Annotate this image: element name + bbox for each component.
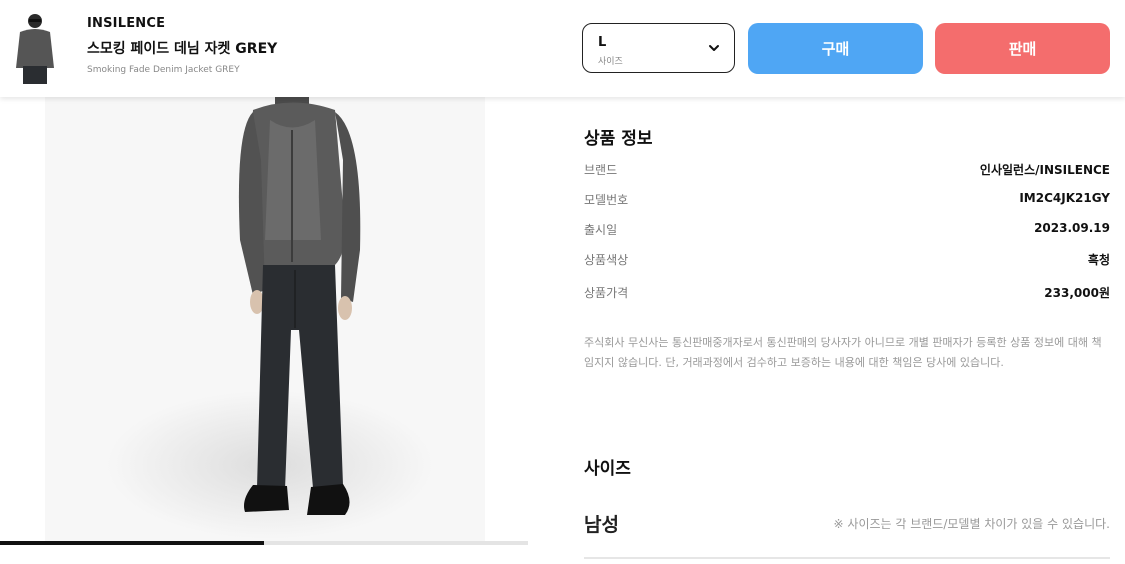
product-thumbnail[interactable] [10, 10, 60, 86]
size-section-title: 사이즈 [584, 459, 631, 479]
sell-button[interactable]: 판매 [935, 23, 1110, 74]
info-label: 모델번호 [584, 193, 629, 207]
info-row-brand: 브랜드 인사일런스/INSILENCE [584, 161, 1110, 181]
info-row-color: 상품색상 흑청 [584, 251, 1110, 271]
info-value: 흑청 [1087, 253, 1110, 267]
buy-button[interactable]: 구매 [748, 23, 923, 74]
model-wearing-jacket-image [238, 80, 361, 515]
size-dropdown[interactable]: L 사이즈 [582, 23, 735, 73]
product-info-title: 상품 정보 [584, 129, 653, 149]
product-name-korean: 스모킹 페이드 데님 자켓 GREY [87, 41, 278, 57]
info-label: 출시일 [584, 223, 618, 237]
size-selected-value: L [598, 35, 607, 50]
info-row-release-date: 출시일 2023.09.19 [584, 221, 1110, 241]
size-notice: ※ 사이즈는 각 브랜드/모델별 차이가 있을 수 있습니다. [833, 517, 1110, 531]
info-label: 상품가격 [584, 286, 629, 300]
info-value: IM2C4JK21GY [1019, 191, 1110, 205]
info-value: 인사일런스/INSILENCE [979, 163, 1110, 177]
brand-name: INSILENCE [87, 16, 166, 31]
size-gender-label: 남성 [584, 514, 619, 536]
chevron-down-icon [709, 45, 719, 51]
info-label: 브랜드 [584, 163, 618, 177]
info-row-price: 상품가격 233,000원 [584, 284, 1110, 304]
product-name-english: Smoking Fade Denim Jacket GREY [87, 65, 240, 75]
info-value: 2023.09.19 [1034, 221, 1110, 235]
info-row-model-number: 모델번호 IM2C4JK21GY [584, 191, 1110, 211]
info-value: 233,000원 [1044, 286, 1110, 300]
section-divider [584, 557, 1110, 559]
gallery-progress-fill [0, 541, 264, 545]
size-dropdown-caption: 사이즈 [598, 57, 623, 67]
seller-disclaimer: 주식회사 무신사는 통신판매중개자로서 통신판매의 당사자가 아니므로 개별 판… [584, 336, 1102, 369]
gallery-progress-bar[interactable] [0, 541, 528, 545]
sticky-purchase-header: INSILENCE 스모킹 페이드 데님 자켓 GREY Smoking Fad… [0, 0, 1125, 97]
info-label: 상품색상 [584, 253, 629, 267]
